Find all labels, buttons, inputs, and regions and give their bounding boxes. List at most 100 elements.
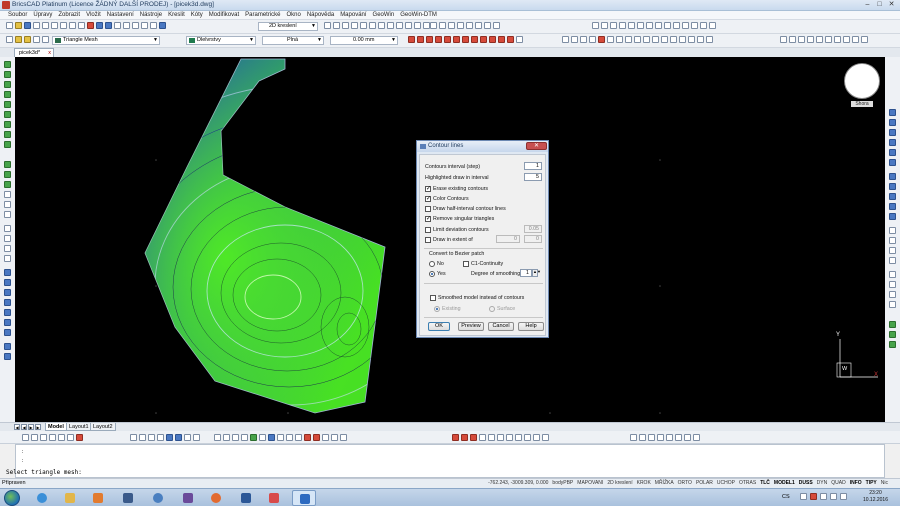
- arc-icon[interactable]: [571, 36, 578, 43]
- dtm-points-icon[interactable]: [214, 434, 221, 441]
- trim-icon[interactable]: [843, 36, 850, 43]
- zoom-window-icon[interactable]: [333, 22, 340, 29]
- section-icon[interactable]: [628, 22, 635, 29]
- menu-parametricke[interactable]: Parametrické: [245, 12, 280, 18]
- modify-explode-icon[interactable]: [889, 247, 896, 254]
- snap-quadrant-icon[interactable]: [444, 36, 451, 43]
- linetype-combo[interactable]: Plná ▼: [262, 36, 324, 45]
- command-line-panel[interactable]: : :: [15, 444, 885, 478]
- insert-image-icon[interactable]: [4, 279, 11, 286]
- status-toggle-bodypbp[interactable]: bodyPBP: [552, 480, 573, 486]
- maximize-button[interactable]: □: [874, 0, 885, 10]
- print-icon[interactable]: [33, 22, 40, 29]
- modify-match-icon[interactable]: [889, 331, 896, 338]
- print-layer-icon[interactable]: [42, 36, 49, 43]
- menu-geowin-dtm[interactable]: GeoWin-DTM: [400, 12, 437, 18]
- undo-icon[interactable]: [96, 22, 103, 29]
- insert-viewport-icon[interactable]: [4, 353, 11, 360]
- insert-hyperlink-icon[interactable]: [4, 319, 11, 326]
- extent-from-input[interactable]: 0: [496, 235, 520, 243]
- draw-circle-icon[interactable]: [4, 91, 11, 98]
- tray-volume-icon[interactable]: [840, 493, 847, 500]
- dtm-check-icon[interactable]: [304, 434, 311, 441]
- modify-array-icon[interactable]: [889, 183, 896, 190]
- redo-icon[interactable]: [105, 22, 112, 29]
- circle-icon[interactable]: [580, 36, 587, 43]
- highlighted-interval-input[interactable]: 5: [524, 173, 542, 181]
- dtm-color-icon[interactable]: [268, 434, 275, 441]
- smoothing-spinner[interactable]: ▲▼: [532, 269, 541, 277]
- status-toggle-polar[interactable]: POLAR: [696, 480, 713, 486]
- point-icon[interactable]: [430, 22, 437, 29]
- traverse-tool-icon[interactable]: [542, 434, 549, 441]
- status-toggle-mrizka[interactable]: MŘÍŽKA: [655, 480, 674, 486]
- status-toggle-dyn[interactable]: DYN: [817, 480, 828, 486]
- modify-rotate-icon[interactable]: [889, 129, 896, 136]
- region-icon[interactable]: [643, 36, 650, 43]
- block-icon[interactable]: [616, 36, 623, 43]
- menu-vlozit[interactable]: Vložit: [86, 12, 101, 18]
- modify-offset-icon[interactable]: [889, 173, 896, 180]
- table-print-icon[interactable]: [684, 434, 691, 441]
- menu-soubor[interactable]: Soubor: [8, 12, 27, 18]
- cut-icon[interactable]: [51, 22, 58, 29]
- tab-layout2[interactable]: Layout2: [90, 423, 116, 431]
- status-toggle-krok[interactable]: KROK: [637, 480, 651, 486]
- draw-hatch-icon[interactable]: [4, 161, 11, 168]
- status-toggle-orto[interactable]: ORTO: [678, 480, 692, 486]
- color-scale-icon[interactable]: [700, 22, 707, 29]
- snap-node-icon[interactable]: [435, 36, 442, 43]
- layers-manager-icon[interactable]: [6, 36, 13, 43]
- rotate-icon[interactable]: [789, 36, 796, 43]
- viewcube-top-label[interactable]: Shora: [851, 101, 873, 107]
- select-window-icon[interactable]: [598, 36, 605, 43]
- point-list-icon[interactable]: [31, 434, 38, 441]
- language-indicator[interactable]: CS: [782, 494, 790, 500]
- status-toggle-workspace[interactable]: 2D kreslení: [607, 480, 632, 486]
- start-button[interactable]: [4, 490, 20, 506]
- model-existing-radio[interactable]: [434, 306, 440, 312]
- help-icon[interactable]: [159, 22, 166, 29]
- taskbar-clock[interactable]: 23:20 10.12.2016: [863, 490, 888, 504]
- modify-join-icon[interactable]: [889, 257, 896, 264]
- taskbar-app-chain[interactable]: [116, 490, 140, 506]
- draw-polygon-icon[interactable]: [4, 121, 11, 128]
- point-import-icon[interactable]: [58, 434, 65, 441]
- map-line-icon[interactable]: [139, 434, 146, 441]
- triangulate-icon[interactable]: [601, 22, 608, 29]
- bezier-no-radio[interactable]: [429, 261, 435, 267]
- offset-tool-icon[interactable]: [470, 434, 477, 441]
- point-export-icon[interactable]: [67, 434, 74, 441]
- snap-parallel-icon[interactable]: [507, 36, 514, 43]
- dtm-delete-icon[interactable]: [313, 434, 320, 441]
- snap-tangent-icon[interactable]: [480, 36, 487, 43]
- revcloud-icon[interactable]: [688, 36, 695, 43]
- map-text-icon[interactable]: [157, 434, 164, 441]
- tab-layout1[interactable]: Layout1: [66, 423, 92, 431]
- snap-intersection-icon[interactable]: [453, 36, 460, 43]
- taskbar-explorer[interactable]: [58, 490, 82, 506]
- measure-area-icon[interactable]: [184, 434, 191, 441]
- snap-nearest-icon[interactable]: [489, 36, 496, 43]
- modify-scale-icon[interactable]: [889, 139, 896, 146]
- status-toggle-duss[interactable]: DUSS: [799, 480, 813, 486]
- angle-tool-icon[interactable]: [524, 434, 531, 441]
- extend-icon[interactable]: [852, 36, 859, 43]
- users-icon[interactable]: [166, 434, 173, 441]
- tray-security-icon[interactable]: [810, 493, 817, 500]
- dtm-edit-icon[interactable]: [241, 434, 248, 441]
- status-toggle-info[interactable]: INFO: [850, 480, 862, 486]
- modify-pedit-icon[interactable]: [889, 271, 896, 278]
- contours-icon[interactable]: [610, 22, 617, 29]
- zoom-realtime-icon[interactable]: [324, 22, 331, 29]
- attribute-icon[interactable]: [634, 36, 641, 43]
- profile-icon[interactable]: [619, 22, 626, 29]
- distance-tool-icon[interactable]: [515, 434, 522, 441]
- dtm-grid-icon[interactable]: [295, 434, 302, 441]
- modify-properties-icon[interactable]: [889, 321, 896, 328]
- azimuth-tool-icon[interactable]: [533, 434, 540, 441]
- move-icon[interactable]: [780, 36, 787, 43]
- snap-none-icon[interactable]: [516, 36, 523, 43]
- status-toggle-mapovani[interactable]: MAPOVANI: [577, 480, 603, 486]
- layer-icon[interactable]: [132, 22, 139, 29]
